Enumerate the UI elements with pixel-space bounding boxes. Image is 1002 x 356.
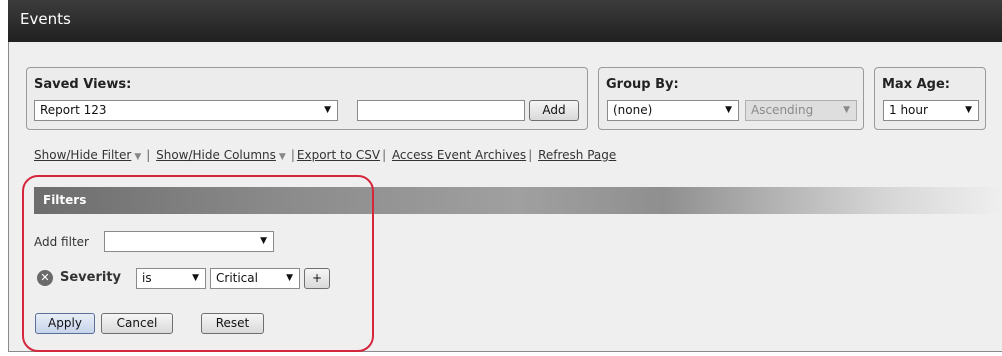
chevron-down-icon[interactable]: ▼ — [279, 152, 286, 162]
max-age-panel: Max Age: 1 hour ▼ — [874, 67, 986, 130]
saved-views-label: Saved Views: — [34, 77, 132, 92]
max-age-selected: 1 hour — [889, 103, 928, 117]
chevron-down-icon: ▼ — [965, 105, 972, 115]
group-by-panel: Group By: (none) ▼ Ascending ▼ — [598, 67, 864, 130]
show-hide-columns-link[interactable]: Show/Hide Columns — [156, 148, 276, 162]
title-bar: Events — [8, 0, 1002, 42]
divider: | — [290, 148, 295, 162]
max-age-label: Max Age: — [882, 77, 951, 92]
view-name-input[interactable] — [357, 100, 525, 121]
max-age-select[interactable]: 1 hour ▼ — [883, 100, 979, 121]
group-by-label: Group By: — [606, 77, 679, 92]
saved-views-select[interactable]: Report 123 ▼ — [34, 100, 338, 121]
refresh-page-link[interactable]: Refresh Page — [538, 148, 616, 162]
divider: | — [528, 148, 533, 162]
divider: | — [382, 148, 387, 162]
access-archives-link[interactable]: Access Event Archives — [392, 148, 526, 162]
chevron-down-icon: ▼ — [725, 105, 732, 115]
window-title: Events — [20, 10, 71, 28]
group-by-selected: (none) — [613, 103, 653, 117]
saved-views-selected: Report 123 — [40, 103, 107, 117]
action-links: Show/Hide Filter ▼ | Show/Hide Columns ▼ | Ex… — [34, 148, 616, 162]
group-by-select[interactable]: (none) ▼ — [607, 100, 739, 121]
chevron-down-icon: ▼ — [324, 105, 331, 115]
sort-order-select[interactable]: Ascending ▼ — [745, 100, 857, 121]
chevron-down-icon: ▼ — [843, 105, 850, 115]
divider: | — [146, 148, 151, 162]
show-hide-filter-link[interactable]: Show/Hide Filter — [34, 148, 131, 162]
add-view-button[interactable]: Add — [529, 100, 579, 121]
highlight-annotation — [22, 175, 374, 352]
saved-views-panel: Saved Views: Report 123 ▼ Add — [26, 67, 588, 130]
export-csv-link[interactable]: Export to CSV — [297, 148, 380, 162]
sort-order-selected: Ascending — [751, 103, 814, 117]
chevron-down-icon[interactable]: ▼ — [134, 152, 141, 162]
